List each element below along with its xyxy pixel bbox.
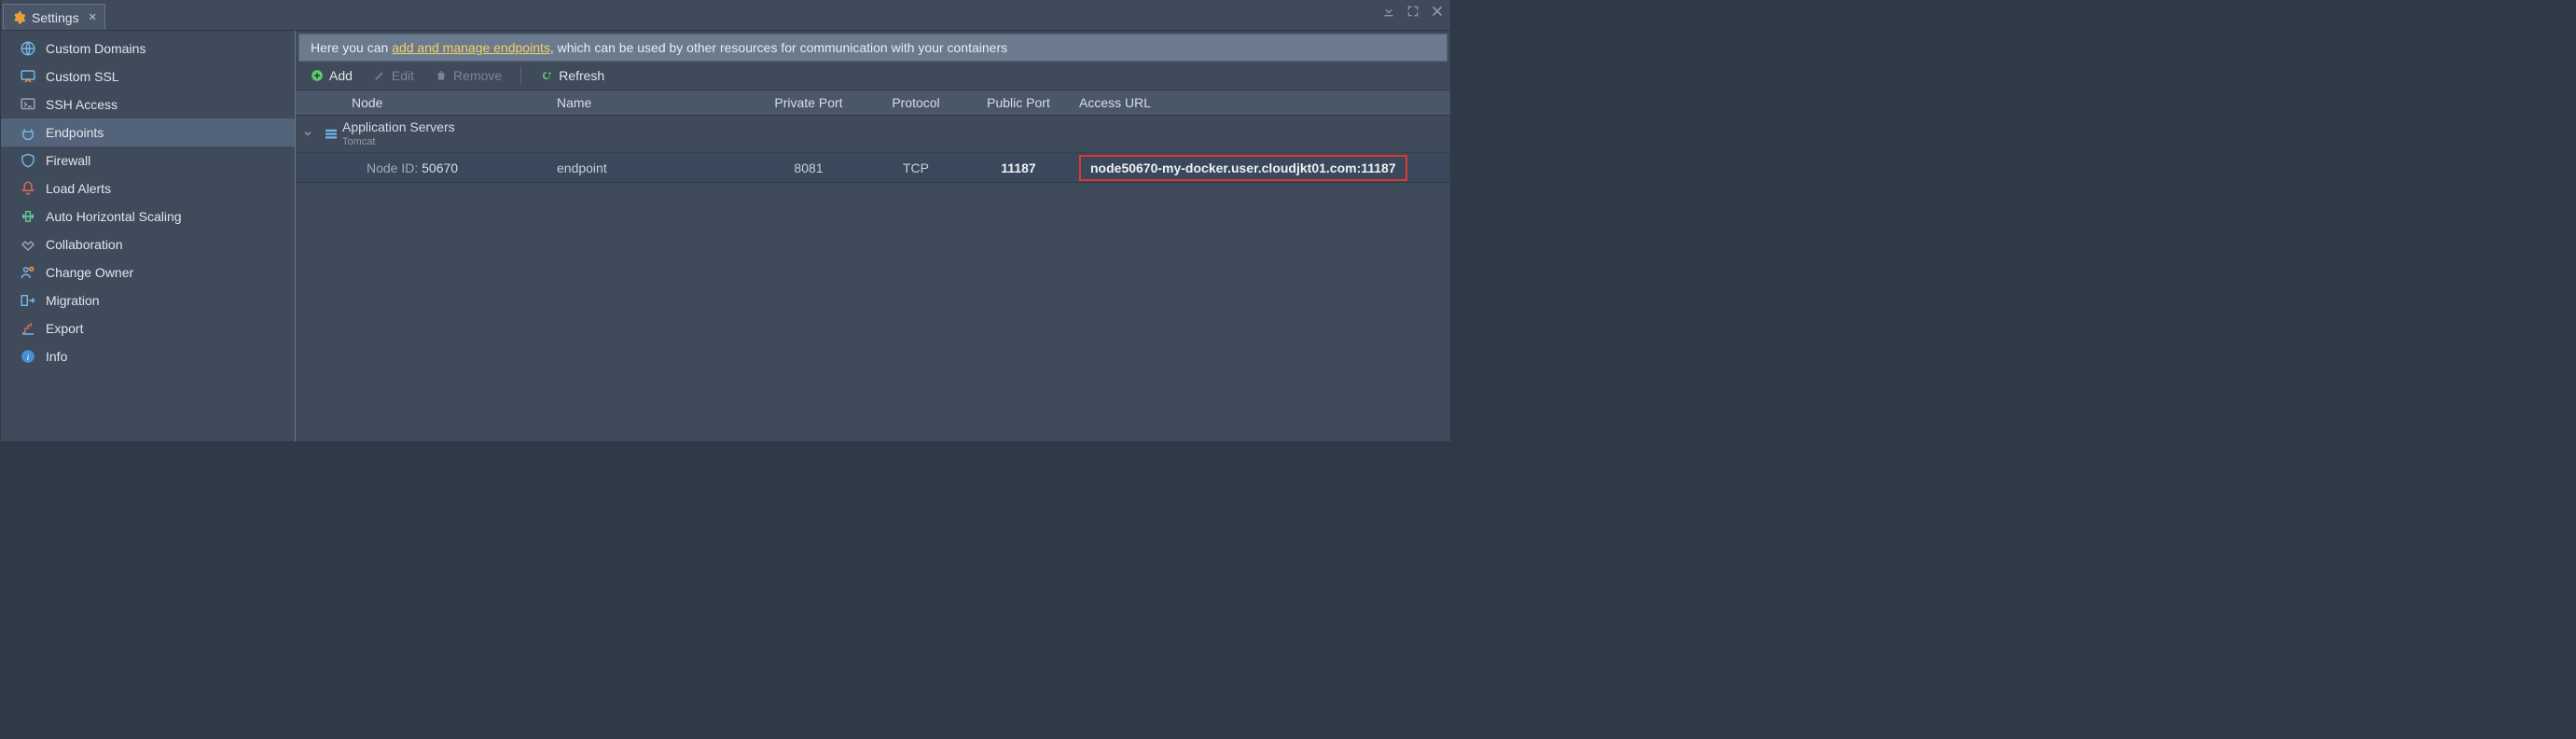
- chevron-down-icon[interactable]: [296, 127, 320, 142]
- export-icon: [20, 320, 36, 337]
- sidebar-item-label: Auto Horizontal Scaling: [46, 209, 182, 224]
- sidebar-item-load-alerts[interactable]: Load Alerts: [1, 174, 295, 202]
- sidebar-item-firewall[interactable]: Firewall: [1, 146, 295, 174]
- col-access-url[interactable]: Access URL: [1070, 95, 1450, 110]
- sidebar-item-label: Endpoints: [46, 125, 104, 140]
- terminal-icon: [20, 96, 36, 113]
- migrate-icon: [20, 292, 36, 309]
- cell-access-url: node50670-my-docker.user.cloudjkt01.com:…: [1070, 155, 1450, 181]
- svg-text:i: i: [27, 353, 30, 363]
- col-protocol[interactable]: Protocol: [865, 95, 967, 110]
- sidebar-item-label: Load Alerts: [46, 181, 111, 196]
- col-name[interactable]: Name: [557, 95, 753, 110]
- grid-header: Node Name Private Port Protocol Public P…: [296, 90, 1450, 116]
- stack-icon: [320, 126, 342, 143]
- plug-icon: [20, 124, 36, 141]
- col-node[interactable]: Node: [352, 95, 557, 110]
- info-text-post: , which can be used by other resources f…: [550, 40, 1007, 55]
- refresh-label: Refresh: [559, 68, 604, 83]
- add-label: Add: [329, 68, 353, 83]
- table-row[interactable]: Node ID: 50670 endpoint 8081 TCP 11187 n…: [296, 153, 1450, 183]
- sidebar-item-label: Custom Domains: [46, 41, 145, 56]
- sidebar-item-info[interactable]: i Info: [1, 342, 295, 370]
- users-icon: [20, 264, 36, 281]
- refresh-button[interactable]: Refresh: [533, 65, 612, 86]
- info-link[interactable]: add and manage endpoints: [392, 40, 550, 55]
- group-row[interactable]: Application Servers Tomcat: [296, 116, 1450, 153]
- access-url-value[interactable]: node50670-my-docker.user.cloudjkt01.com:…: [1079, 155, 1407, 181]
- toolbar: Add Edit Remove Refresh: [296, 62, 1450, 90]
- content-pane: Here you can add and manage endpoints, w…: [296, 31, 1450, 441]
- cell-private-port: 8081: [753, 160, 865, 175]
- toolbar-separator: [520, 67, 521, 84]
- group-title: Application Servers: [342, 120, 455, 134]
- close-icon[interactable]: ✕: [89, 11, 97, 23]
- gear-icon: [11, 10, 26, 25]
- edit-label: Edit: [392, 68, 414, 83]
- cell-name: endpoint: [557, 160, 753, 175]
- sidebar-item-endpoints[interactable]: Endpoints: [1, 119, 295, 146]
- node-id-label: Node ID:: [367, 160, 422, 175]
- sidebar-item-label: Export: [46, 321, 83, 336]
- settings-sidebar: Custom Domains Custom SSL SSH Access End…: [1, 31, 296, 441]
- grid-body: Application Servers Tomcat Node ID: 5067…: [296, 116, 1450, 441]
- sidebar-item-migration[interactable]: Migration: [1, 286, 295, 314]
- sidebar-item-label: Migration: [46, 293, 100, 308]
- col-private-port[interactable]: Private Port: [753, 95, 865, 110]
- sidebar-item-label: Firewall: [46, 153, 90, 168]
- node-id-value: 50670: [422, 160, 458, 175]
- tab-strip: Settings ✕: [1, 0, 1450, 30]
- sidebar-item-label: Change Owner: [46, 265, 133, 280]
- edit-button[interactable]: Edit: [366, 65, 422, 86]
- sidebar-item-custom-ssl[interactable]: Custom SSL: [1, 63, 295, 91]
- handshake-icon: [20, 236, 36, 253]
- remove-button[interactable]: Remove: [427, 65, 509, 86]
- group-text: Application Servers Tomcat: [342, 120, 455, 147]
- tab-title: Settings: [32, 10, 79, 25]
- sidebar-item-custom-domains[interactable]: Custom Domains: [1, 35, 295, 63]
- col-public-port[interactable]: Public Port: [967, 95, 1070, 110]
- certificate-icon: [20, 68, 36, 85]
- add-button[interactable]: Add: [303, 65, 360, 86]
- cell-protocol: TCP: [865, 160, 967, 175]
- close-window-icon[interactable]: [1430, 4, 1445, 21]
- sidebar-item-label: SSH Access: [46, 97, 118, 112]
- sidebar-item-label: Custom SSL: [46, 69, 119, 84]
- endpoints-grid: Node Name Private Port Protocol Public P…: [296, 90, 1450, 441]
- sidebar-item-change-owner[interactable]: Change Owner: [1, 258, 295, 286]
- sidebar-item-label: Info: [46, 349, 67, 364]
- info-icon: i: [20, 348, 36, 365]
- bell-icon: [20, 180, 36, 197]
- row-status: [296, 160, 352, 175]
- sidebar-item-label: Collaboration: [46, 237, 123, 252]
- expand-icon[interactable]: [1406, 4, 1420, 21]
- cell-node: Node ID: 50670: [352, 160, 557, 175]
- window-controls: [1381, 4, 1445, 21]
- scale-icon: [20, 208, 36, 225]
- cell-public-port: 11187: [967, 160, 1070, 175]
- shield-icon: [20, 152, 36, 169]
- sidebar-item-collaboration[interactable]: Collaboration: [1, 230, 295, 258]
- tab-settings[interactable]: Settings ✕: [3, 4, 105, 30]
- remove-label: Remove: [453, 68, 502, 83]
- sidebar-item-ssh-access[interactable]: SSH Access: [1, 91, 295, 119]
- info-bar: Here you can add and manage endpoints, w…: [298, 34, 1447, 62]
- globe-icon: [20, 40, 36, 57]
- info-text-pre: Here you can: [311, 40, 392, 55]
- sidebar-item-export[interactable]: Export: [1, 314, 295, 342]
- group-subtitle: Tomcat: [342, 136, 455, 147]
- download-icon[interactable]: [1381, 4, 1396, 21]
- sidebar-item-auto-scaling[interactable]: Auto Horizontal Scaling: [1, 202, 295, 230]
